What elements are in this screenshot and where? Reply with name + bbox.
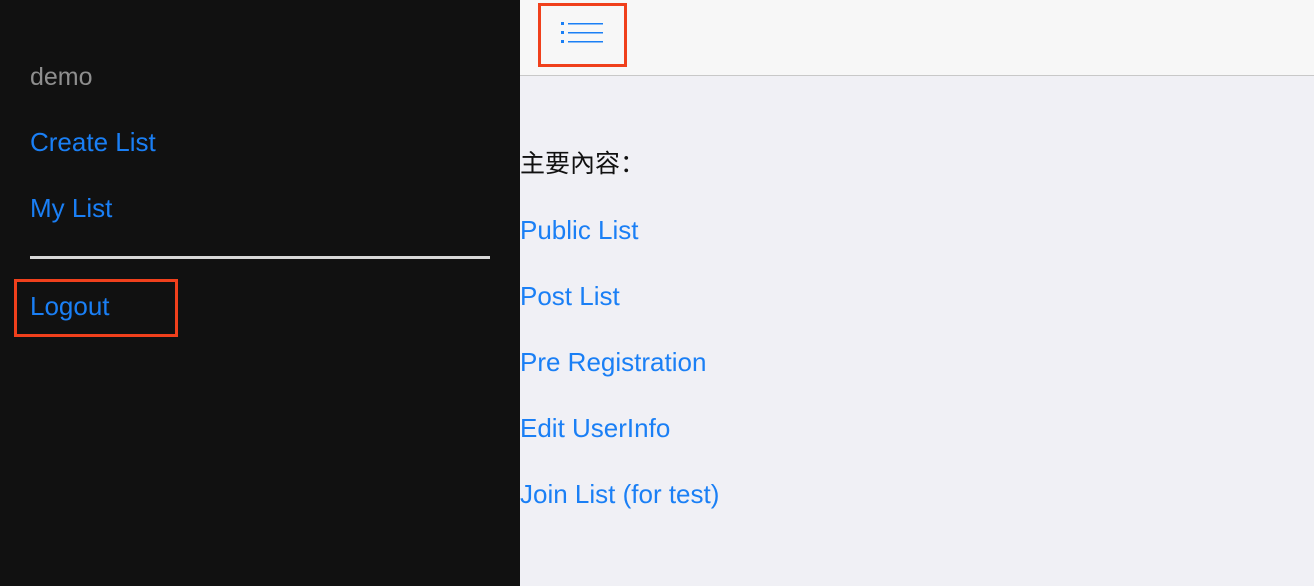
sidebar-menu: demo Create List My List Logout <box>0 0 520 586</box>
link-post-list[interactable]: Post List <box>520 280 620 312</box>
sidebar-item-create-list[interactable]: Create List <box>30 126 156 158</box>
sidebar-divider <box>30 256 490 259</box>
main-content: 主要內容： Public List Post List Pre Registra… <box>520 77 1314 586</box>
link-pre-registration[interactable]: Pre Registration <box>520 346 706 378</box>
section-label: 主要內容： <box>520 149 646 178</box>
sidebar-item-logout[interactable]: Logout <box>30 290 110 322</box>
link-join-list-test[interactable]: Join List (for test) <box>520 478 719 510</box>
app-root: demo Create List My List Logout 主要內容： Pu… <box>0 0 1314 586</box>
link-public-list[interactable]: Public List <box>520 214 639 246</box>
sidebar-username: demo <box>30 63 93 91</box>
sidebar-item-my-list[interactable]: My List <box>30 192 112 224</box>
link-edit-userinfo[interactable]: Edit UserInfo <box>520 412 670 444</box>
menu-toggle-button[interactable] <box>538 3 627 67</box>
list-menu-icon <box>561 22 603 43</box>
top-bar <box>520 0 1314 76</box>
